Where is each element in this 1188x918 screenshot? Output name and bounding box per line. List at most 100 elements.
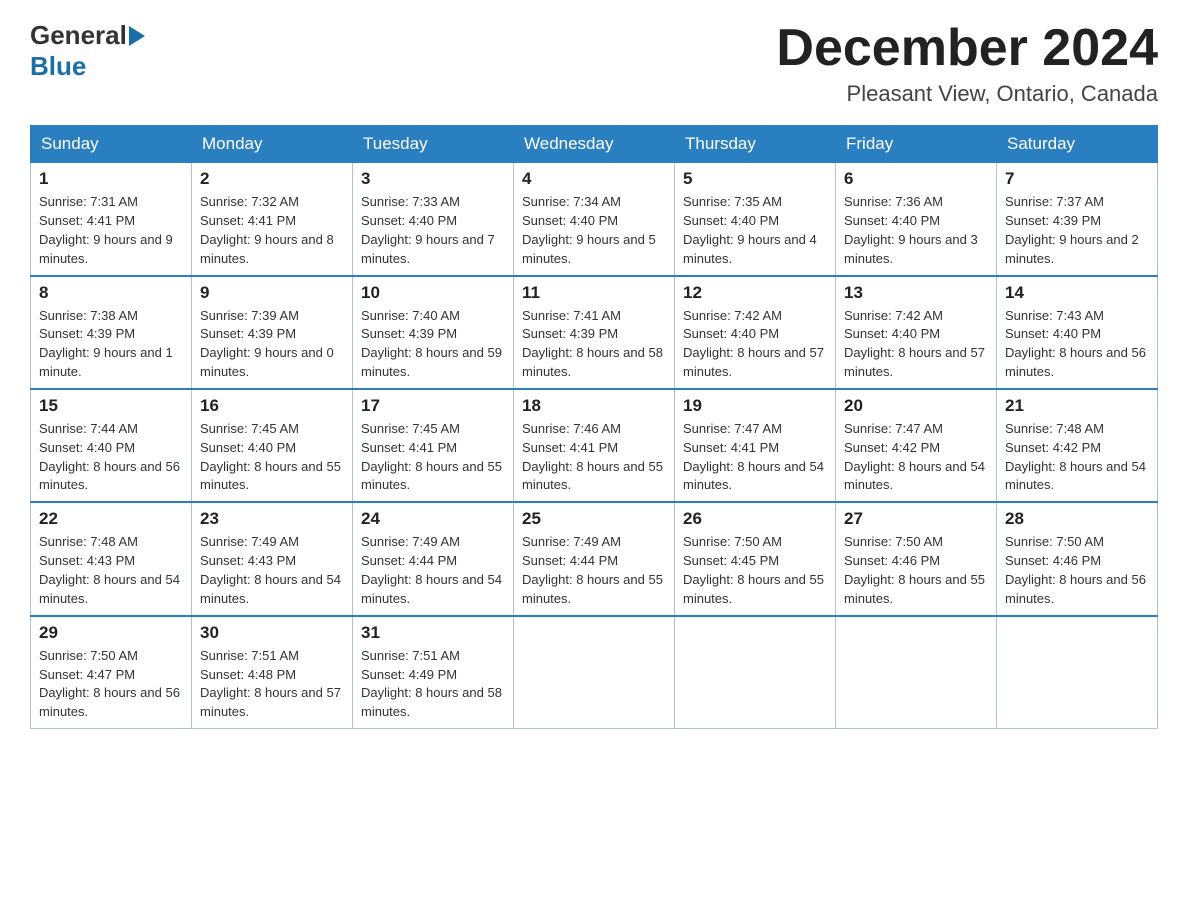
logo-general-text: General [30, 20, 127, 51]
day-info: Sunrise: 7:47 AM Sunset: 4:42 PM Dayligh… [844, 420, 988, 495]
day-number: 19 [683, 396, 827, 416]
month-title: December 2024 [776, 20, 1158, 77]
table-row: 16 Sunrise: 7:45 AM Sunset: 4:40 PM Dayl… [192, 389, 353, 502]
logo-arrow-icon [129, 26, 145, 46]
table-row: 31 Sunrise: 7:51 AM Sunset: 4:49 PM Dayl… [353, 616, 514, 729]
logo-blue-text: Blue [30, 51, 86, 82]
table-row: 14 Sunrise: 7:43 AM Sunset: 4:40 PM Dayl… [997, 276, 1158, 389]
location-title: Pleasant View, Ontario, Canada [776, 81, 1158, 107]
day-info: Sunrise: 7:49 AM Sunset: 4:44 PM Dayligh… [522, 533, 666, 608]
day-info: Sunrise: 7:50 AM Sunset: 4:46 PM Dayligh… [1005, 533, 1149, 608]
table-row: 20 Sunrise: 7:47 AM Sunset: 4:42 PM Dayl… [836, 389, 997, 502]
day-info: Sunrise: 7:44 AM Sunset: 4:40 PM Dayligh… [39, 420, 183, 495]
day-number: 10 [361, 283, 505, 303]
day-info: Sunrise: 7:50 AM Sunset: 4:45 PM Dayligh… [683, 533, 827, 608]
day-info: Sunrise: 7:38 AM Sunset: 4:39 PM Dayligh… [39, 307, 183, 382]
table-row: 29 Sunrise: 7:50 AM Sunset: 4:47 PM Dayl… [31, 616, 192, 729]
calendar-table: Sunday Monday Tuesday Wednesday Thursday… [30, 125, 1158, 729]
table-row [836, 616, 997, 729]
table-row: 6 Sunrise: 7:36 AM Sunset: 4:40 PM Dayli… [836, 163, 997, 276]
calendar-week-1: 1 Sunrise: 7:31 AM Sunset: 4:41 PM Dayli… [31, 163, 1158, 276]
day-number: 9 [200, 283, 344, 303]
table-row: 5 Sunrise: 7:35 AM Sunset: 4:40 PM Dayli… [675, 163, 836, 276]
day-number: 4 [522, 169, 666, 189]
day-number: 6 [844, 169, 988, 189]
day-info: Sunrise: 7:45 AM Sunset: 4:41 PM Dayligh… [361, 420, 505, 495]
calendar-week-3: 15 Sunrise: 7:44 AM Sunset: 4:40 PM Dayl… [31, 389, 1158, 502]
table-row: 13 Sunrise: 7:42 AM Sunset: 4:40 PM Dayl… [836, 276, 997, 389]
table-row: 28 Sunrise: 7:50 AM Sunset: 4:46 PM Dayl… [997, 502, 1158, 615]
day-info: Sunrise: 7:46 AM Sunset: 4:41 PM Dayligh… [522, 420, 666, 495]
day-info: Sunrise: 7:42 AM Sunset: 4:40 PM Dayligh… [683, 307, 827, 382]
col-wednesday: Wednesday [514, 126, 675, 163]
table-row: 8 Sunrise: 7:38 AM Sunset: 4:39 PM Dayli… [31, 276, 192, 389]
table-row: 21 Sunrise: 7:48 AM Sunset: 4:42 PM Dayl… [997, 389, 1158, 502]
col-thursday: Thursday [675, 126, 836, 163]
table-row: 30 Sunrise: 7:51 AM Sunset: 4:48 PM Dayl… [192, 616, 353, 729]
day-number: 15 [39, 396, 183, 416]
table-row: 4 Sunrise: 7:34 AM Sunset: 4:40 PM Dayli… [514, 163, 675, 276]
table-row: 2 Sunrise: 7:32 AM Sunset: 4:41 PM Dayli… [192, 163, 353, 276]
table-row [997, 616, 1158, 729]
col-sunday: Sunday [31, 126, 192, 163]
day-info: Sunrise: 7:41 AM Sunset: 4:39 PM Dayligh… [522, 307, 666, 382]
day-number: 26 [683, 509, 827, 529]
table-row [514, 616, 675, 729]
table-row: 25 Sunrise: 7:49 AM Sunset: 4:44 PM Dayl… [514, 502, 675, 615]
table-row: 15 Sunrise: 7:44 AM Sunset: 4:40 PM Dayl… [31, 389, 192, 502]
calendar-week-5: 29 Sunrise: 7:50 AM Sunset: 4:47 PM Dayl… [31, 616, 1158, 729]
table-row [675, 616, 836, 729]
day-number: 16 [200, 396, 344, 416]
day-number: 31 [361, 623, 505, 643]
day-info: Sunrise: 7:48 AM Sunset: 4:43 PM Dayligh… [39, 533, 183, 608]
table-row: 24 Sunrise: 7:49 AM Sunset: 4:44 PM Dayl… [353, 502, 514, 615]
table-row: 3 Sunrise: 7:33 AM Sunset: 4:40 PM Dayli… [353, 163, 514, 276]
day-number: 25 [522, 509, 666, 529]
day-info: Sunrise: 7:49 AM Sunset: 4:44 PM Dayligh… [361, 533, 505, 608]
day-number: 30 [200, 623, 344, 643]
day-number: 23 [200, 509, 344, 529]
table-row: 22 Sunrise: 7:48 AM Sunset: 4:43 PM Dayl… [31, 502, 192, 615]
day-info: Sunrise: 7:43 AM Sunset: 4:40 PM Dayligh… [1005, 307, 1149, 382]
table-row: 11 Sunrise: 7:41 AM Sunset: 4:39 PM Dayl… [514, 276, 675, 389]
day-info: Sunrise: 7:31 AM Sunset: 4:41 PM Dayligh… [39, 193, 183, 268]
table-row: 18 Sunrise: 7:46 AM Sunset: 4:41 PM Dayl… [514, 389, 675, 502]
day-number: 17 [361, 396, 505, 416]
day-info: Sunrise: 7:48 AM Sunset: 4:42 PM Dayligh… [1005, 420, 1149, 495]
table-row: 10 Sunrise: 7:40 AM Sunset: 4:39 PM Dayl… [353, 276, 514, 389]
day-number: 21 [1005, 396, 1149, 416]
table-row: 19 Sunrise: 7:47 AM Sunset: 4:41 PM Dayl… [675, 389, 836, 502]
day-number: 18 [522, 396, 666, 416]
day-number: 8 [39, 283, 183, 303]
calendar-header-row: Sunday Monday Tuesday Wednesday Thursday… [31, 126, 1158, 163]
day-info: Sunrise: 7:32 AM Sunset: 4:41 PM Dayligh… [200, 193, 344, 268]
table-row: 17 Sunrise: 7:45 AM Sunset: 4:41 PM Dayl… [353, 389, 514, 502]
day-info: Sunrise: 7:50 AM Sunset: 4:47 PM Dayligh… [39, 647, 183, 722]
table-row: 9 Sunrise: 7:39 AM Sunset: 4:39 PM Dayli… [192, 276, 353, 389]
table-row: 23 Sunrise: 7:49 AM Sunset: 4:43 PM Dayl… [192, 502, 353, 615]
table-row: 27 Sunrise: 7:50 AM Sunset: 4:46 PM Dayl… [836, 502, 997, 615]
col-monday: Monday [192, 126, 353, 163]
col-friday: Friday [836, 126, 997, 163]
col-saturday: Saturday [997, 126, 1158, 163]
day-info: Sunrise: 7:36 AM Sunset: 4:40 PM Dayligh… [844, 193, 988, 268]
day-info: Sunrise: 7:40 AM Sunset: 4:39 PM Dayligh… [361, 307, 505, 382]
day-number: 5 [683, 169, 827, 189]
title-block: December 2024 Pleasant View, Ontario, Ca… [776, 20, 1158, 107]
day-info: Sunrise: 7:50 AM Sunset: 4:46 PM Dayligh… [844, 533, 988, 608]
day-number: 12 [683, 283, 827, 303]
day-info: Sunrise: 7:42 AM Sunset: 4:40 PM Dayligh… [844, 307, 988, 382]
page-header: General Blue December 2024 Pleasant View… [30, 20, 1158, 107]
day-info: Sunrise: 7:47 AM Sunset: 4:41 PM Dayligh… [683, 420, 827, 495]
calendar-week-4: 22 Sunrise: 7:48 AM Sunset: 4:43 PM Dayl… [31, 502, 1158, 615]
day-number: 20 [844, 396, 988, 416]
day-number: 14 [1005, 283, 1149, 303]
day-info: Sunrise: 7:51 AM Sunset: 4:48 PM Dayligh… [200, 647, 344, 722]
day-number: 28 [1005, 509, 1149, 529]
day-info: Sunrise: 7:51 AM Sunset: 4:49 PM Dayligh… [361, 647, 505, 722]
table-row: 7 Sunrise: 7:37 AM Sunset: 4:39 PM Dayli… [997, 163, 1158, 276]
day-info: Sunrise: 7:33 AM Sunset: 4:40 PM Dayligh… [361, 193, 505, 268]
calendar-week-2: 8 Sunrise: 7:38 AM Sunset: 4:39 PM Dayli… [31, 276, 1158, 389]
day-number: 1 [39, 169, 183, 189]
day-info: Sunrise: 7:34 AM Sunset: 4:40 PM Dayligh… [522, 193, 666, 268]
